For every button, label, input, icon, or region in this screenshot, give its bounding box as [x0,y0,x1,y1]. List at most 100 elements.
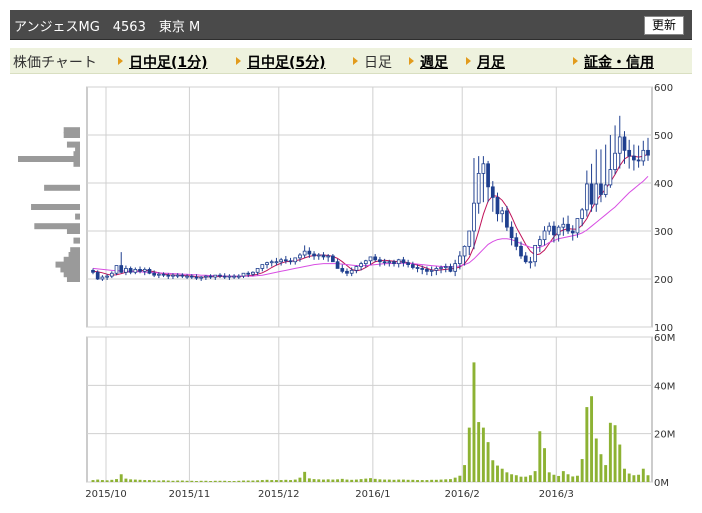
volume-bar [336,479,340,482]
volume-bar [434,479,438,482]
candle-body [429,269,434,272]
volume-bar [557,475,561,482]
candle-body [458,255,462,265]
volume-bar [594,438,598,482]
volume-bar [453,477,457,482]
date-tick-label: 2016/2 [445,489,480,500]
volume-bar [133,479,137,482]
volume-bar [303,471,307,482]
candle-body [175,274,180,277]
candle-body [114,265,119,274]
candle-body [481,163,486,174]
volume-bar [575,475,579,482]
volume-bar [387,479,391,482]
volume-tick-label: 0M [654,478,669,489]
volume-bar [251,480,255,482]
candle-body [566,223,570,232]
candle-body [354,266,359,271]
candle-body [519,245,523,257]
candle-body [523,255,528,263]
volume-bar [232,481,236,482]
volume-bar [538,431,542,482]
volume-bar [166,480,170,482]
candle-body [147,268,152,274]
candle-body [251,271,255,275]
candle-body [298,254,302,259]
volume-bar [119,474,123,482]
volume-bar [279,480,283,482]
volume-bar [143,480,147,482]
volume-frame [86,336,653,483]
volume-bar [157,480,161,482]
volume-bar [401,479,405,482]
volume-bar [425,480,429,482]
candle-body [363,260,368,265]
volume-bar [256,480,260,482]
candle-body [232,275,236,278]
volume-bar [190,480,194,482]
volume-bar [566,474,570,482]
candle-body [613,152,617,170]
candle-body [425,268,429,272]
volume-bar [533,471,537,482]
volume-bar [91,480,95,482]
volume-bar [547,472,551,482]
candle-body [265,262,269,265]
candle-body [514,237,519,247]
volume-bar [218,480,222,482]
date-tick-label: 2015/12 [258,489,300,500]
candle-body [505,210,509,228]
volume-bar [293,479,297,482]
candle-body [133,268,138,273]
candle-body [636,159,641,162]
candle-body [161,273,166,276]
volume-bar [227,481,231,482]
volume-bar [354,479,358,482]
candle-body [236,275,241,278]
volume-bar [284,479,288,482]
candle-body [283,259,288,262]
volume-bar [463,465,467,482]
candle-body [189,275,194,278]
volume-bar [505,472,509,482]
volume-bar [439,479,443,482]
candle-body [349,269,354,274]
volume-bar [481,427,485,482]
candle-body [608,169,613,186]
volume-bar [613,425,617,482]
volume-profile-bar [66,228,80,234]
candle-body [646,149,650,156]
candle-body [486,163,490,188]
candle-body [269,261,274,264]
candle-body [594,183,599,205]
volume-bar [599,454,603,482]
volume-profile-bar [73,237,80,244]
candle-body [340,268,345,272]
volume-bar [406,479,410,482]
candle-body [556,226,561,236]
candle-body [185,275,189,278]
volume-bar [397,479,401,482]
volume-bar [420,480,424,482]
volume-bar [331,479,335,482]
volume-bar [171,480,175,482]
candle-body [406,262,410,265]
candle-body [180,274,185,277]
candle-body [316,254,321,257]
candle-body [509,226,514,239]
candle-body [434,268,439,271]
candle-body [500,210,505,215]
candle-body [589,183,594,205]
candle-body [246,272,251,275]
candle-body [448,266,453,272]
volume-bar [491,460,495,482]
candle-body [542,230,547,241]
volume-bar [317,479,321,482]
volume-bar [265,479,269,482]
volume-bar [430,479,434,482]
candle-body [95,271,100,280]
volume-bar [627,473,631,482]
volume-bar [359,479,363,482]
candle-body [331,255,335,263]
candle-body [453,263,458,272]
